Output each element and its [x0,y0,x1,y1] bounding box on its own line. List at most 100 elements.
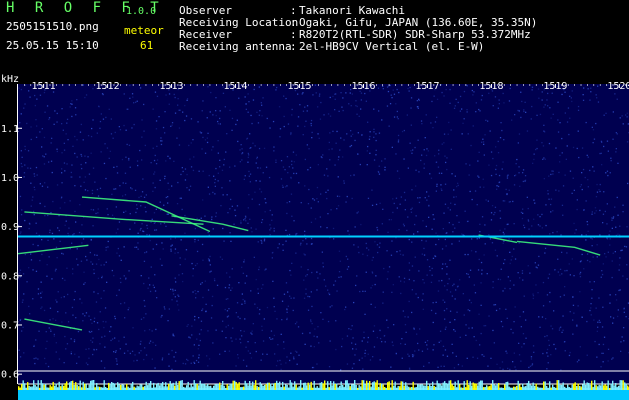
histogram-bar [129,387,131,390]
noise-speck [170,288,172,290]
noise-speck [492,286,494,289]
histogram-bar [336,383,338,390]
noise-speck [260,102,262,104]
noise-speck [592,166,594,168]
noise-speck [34,94,36,97]
histogram-bar [99,386,101,390]
noise-speck [444,318,446,320]
noise-speck [457,184,459,187]
noise-speck [221,330,223,332]
noise-speck [562,185,565,187]
noise-speck [286,185,288,187]
noise-speck [20,214,23,216]
noise-speck [189,158,191,160]
noise-speck [219,256,222,258]
histogram-bar [148,383,150,390]
noise-speck [145,251,148,253]
histogram-bar [345,380,347,390]
noise-speck [576,147,578,150]
histogram-bar [184,387,186,390]
noise-speck [579,261,582,263]
noise-speck [19,272,21,274]
noise-speck [478,176,480,178]
noise-speck [413,280,415,282]
noise-speck [626,141,629,143]
noise-speck [586,354,588,356]
noise-speck [455,355,457,357]
noise-speck [235,338,237,340]
noise-speck [279,136,281,138]
noise-speck [310,237,313,240]
noise-speck [612,357,614,359]
noise-speck [346,133,348,135]
noise-speck [35,136,38,138]
noise-speck [297,326,300,328]
noise-speck [143,103,145,106]
noise-speck [33,344,35,347]
noise-speck [107,246,109,248]
noise-speck [319,118,322,120]
histogram-bar [333,381,335,390]
noise-speck [199,339,201,342]
noise-speck [337,159,339,161]
histogram-bar [88,384,90,390]
noise-speck [334,98,336,100]
noise-speck [296,363,298,365]
histogram-bar [360,386,362,390]
histogram-bar [618,385,620,390]
histogram-bar [543,381,545,390]
noise-speck [294,350,297,352]
noise-speck [45,347,47,350]
noise-speck [364,355,366,357]
noise-speck [171,349,173,352]
noise-speck [415,185,417,187]
noise-speck [397,118,399,120]
noise-speck [575,229,577,231]
noise-speck [254,145,256,147]
noise-speck [317,133,319,135]
noise-speck [208,193,211,195]
noise-speck [381,341,383,343]
noise-speck [119,277,122,280]
noise-speck [320,226,322,228]
noise-speck [104,346,106,348]
noise-speck [623,340,625,342]
noise-speck [160,137,162,139]
noise-speck [244,302,246,304]
noise-speck [238,97,240,99]
noise-speck [174,289,176,291]
noise-speck [277,344,279,346]
noise-speck [362,368,364,370]
noise-speck [75,114,77,116]
noise-speck [195,297,197,299]
noise-speck [243,330,245,332]
noise-speck [74,210,76,213]
x-tick-label: 1519 [543,81,567,92]
noise-speck [536,147,538,150]
noise-speck [356,212,358,214]
noise-speck [316,336,318,338]
noise-speck [499,278,502,281]
noise-speck [71,242,73,244]
noise-speck [392,344,394,347]
noise-speck [351,342,353,344]
noise-speck [595,210,597,212]
noise-speck [29,96,31,98]
noise-speck [422,279,424,281]
noise-speck [384,341,386,343]
histogram-bar [309,384,311,390]
noise-speck [252,142,254,144]
noise-speck [591,245,593,247]
histogram-bar [396,387,398,390]
histogram-bar [21,384,23,390]
noise-speck [309,166,312,169]
noise-speck [464,253,466,256]
noise-speck [514,258,517,260]
noise-speck [91,127,93,130]
noise-speck [237,357,239,359]
histogram-bar [316,386,318,390]
noise-speck [251,333,253,335]
noise-speck [290,133,292,136]
histogram-bar [394,381,396,390]
noise-speck [351,325,353,327]
